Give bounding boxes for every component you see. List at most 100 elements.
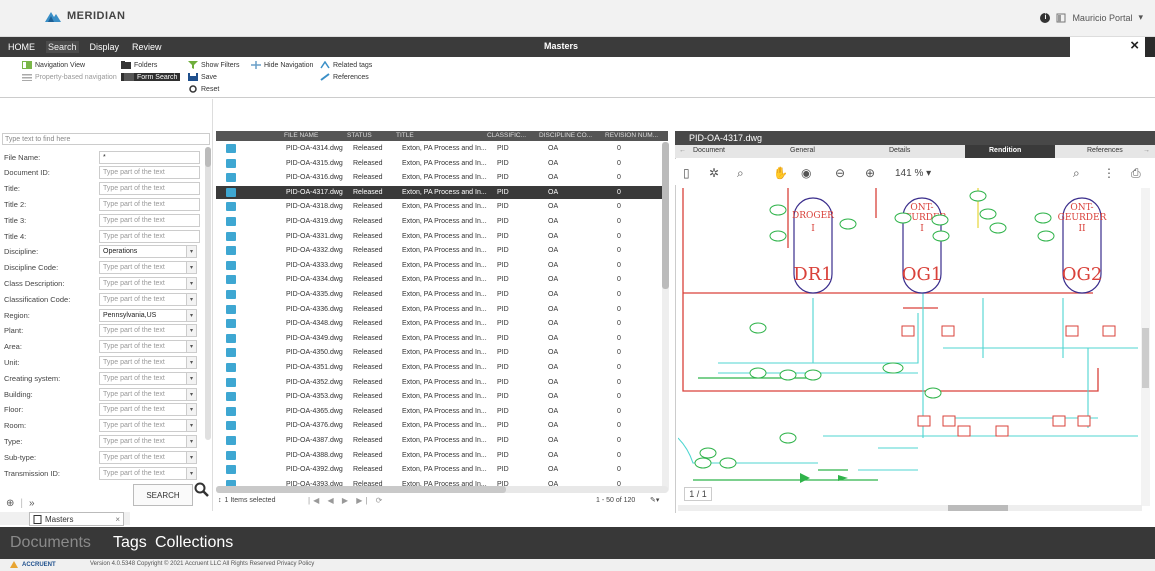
- field-input[interactable]: Type part of the text: [99, 182, 200, 196]
- field-input[interactable]: Type part of the text: [99, 229, 200, 243]
- dropdown-arrow-icon[interactable]: ▾: [186, 355, 197, 369]
- tab-details[interactable]: Details: [889, 147, 910, 154]
- field-select[interactable]: Type part of the text ▾: [99, 292, 197, 306]
- col-discipline-code[interactable]: DISCIPLINE CO...: [539, 132, 592, 139]
- viewer-hscrollbar[interactable]: [678, 505, 1142, 511]
- dropdown-arrow-icon[interactable]: ▾: [186, 292, 197, 306]
- table-row[interactable]: PID-OA-4316.dwg Released Exton, PA Process…: [216, 171, 665, 184]
- zoom-out-icon[interactable]: ⊖: [835, 166, 845, 180]
- field-select[interactable]: Type part of the text ▾: [99, 387, 197, 401]
- info-icon[interactable]: i: [1040, 12, 1051, 23]
- field-select[interactable]: Operations ▾: [99, 245, 197, 259]
- nav-toggle[interactable]: ⊕ | »: [6, 498, 35, 509]
- vscroll-thumb[interactable]: [1142, 328, 1149, 388]
- field-input[interactable]: Type part of the text: [99, 197, 200, 211]
- eye-icon[interactable]: ◉: [801, 166, 811, 180]
- dropdown-arrow-icon[interactable]: ▾: [186, 450, 197, 464]
- field-select[interactable]: Type part of the text ▾: [99, 403, 197, 417]
- tab-close-icon[interactable]: ×: [115, 515, 120, 524]
- search-filter-input[interactable]: Type text to find here: [2, 133, 210, 145]
- search-button[interactable]: SEARCH: [133, 484, 193, 506]
- tab-next-icon[interactable]: →: [1143, 147, 1150, 154]
- table-row[interactable]: PID-OA-4388.dwg Released Exton, PA Process…: [216, 449, 665, 462]
- menu-home[interactable]: HOME: [6, 41, 37, 53]
- menu-display[interactable]: Display: [88, 41, 122, 53]
- table-row[interactable]: PID-OA-4348.dwg Released Exton, PA Process…: [216, 317, 665, 330]
- col-classification[interactable]: CLASSIFIC...: [487, 132, 526, 139]
- dropdown-arrow-icon[interactable]: ▾: [186, 403, 197, 417]
- table-row[interactable]: PID-OA-4365.dwg Released Exton, PA Process…: [216, 405, 665, 418]
- hide-navigation-button[interactable]: Hide Navigation: [251, 61, 313, 69]
- field-select[interactable]: Type part of the text ▾: [99, 324, 197, 338]
- field-select[interactable]: Pennsylvania,US ▾: [99, 308, 197, 322]
- print-icon[interactable]: ⎙: [1131, 166, 1141, 181]
- table-row[interactable]: PID-OA-4332.dwg Released Exton, PA Process…: [216, 244, 665, 257]
- table-row[interactable]: PID-OA-4350.dwg Released Exton, PA Process…: [216, 346, 665, 359]
- property-navigation-button[interactable]: Property-based navigation: [22, 73, 117, 81]
- field-select[interactable]: Type part of the text ▾: [99, 261, 197, 275]
- table-row[interactable]: PID-OA-4318.dwg Released Exton, PA Process…: [216, 200, 665, 213]
- export-icon[interactable]: ✎▾: [650, 496, 659, 504]
- table-row[interactable]: PID-OA-4349.dwg Released Exton, PA Process…: [216, 332, 665, 345]
- field-select[interactable]: Type part of the text ▾: [99, 371, 197, 385]
- field-select[interactable]: Type part of the text ▾: [99, 434, 197, 448]
- dropdown-arrow-icon[interactable]: ▾: [186, 340, 197, 354]
- references-button[interactable]: References: [320, 73, 369, 81]
- field-input[interactable]: Type part of the text: [99, 213, 200, 227]
- table-row[interactable]: PID-OA-4319.dwg Released Exton, PA Process…: [216, 215, 665, 228]
- col-file-name[interactable]: FILE NAME: [284, 132, 318, 139]
- reset-button[interactable]: Reset: [188, 85, 219, 93]
- tab-masters[interactable]: Masters ×: [29, 512, 124, 526]
- dropdown-arrow-icon[interactable]: ▾: [186, 308, 197, 322]
- table-row[interactable]: PID-OA-4314.dwg Released Exton, PA Process…: [216, 142, 665, 155]
- dropdown-arrow-icon[interactable]: ▾: [186, 434, 197, 448]
- menu-review[interactable]: Review: [130, 41, 164, 53]
- navigation-view-button[interactable]: Navigation View: [22, 61, 85, 69]
- dropdown-arrow-icon[interactable]: ▾: [186, 276, 197, 290]
- dropdown-arrow-icon[interactable]: ▾: [186, 371, 197, 385]
- table-row[interactable]: PID-OA-4352.dwg Released Exton, PA Process…: [216, 376, 665, 389]
- search-icon[interactable]: [193, 481, 210, 498]
- table-row[interactable]: PID-OA-4336.dwg Released Exton, PA Process…: [216, 303, 665, 316]
- field-select[interactable]: Type part of the text ▾: [99, 419, 197, 433]
- table-row[interactable]: PID-OA-4351.dwg Released Exton, PA Process…: [216, 361, 665, 374]
- close-button[interactable]: ×: [1070, 37, 1145, 57]
- table-row[interactable]: PID-OA-4331.dwg Released Exton, PA Process…: [216, 230, 665, 243]
- related-tags-button[interactable]: Related tags: [320, 61, 372, 69]
- zoom-level[interactable]: 141 % ▾: [895, 168, 931, 179]
- zoom-area-icon[interactable]: ⌕: [737, 166, 744, 181]
- tab-general[interactable]: General: [790, 147, 815, 154]
- nav-documents[interactable]: Documents: [10, 534, 91, 552]
- table-row[interactable]: PID-OA-4315.dwg Released Exton, PA Process…: [216, 157, 665, 170]
- grid-hscrollbar[interactable]: [216, 486, 668, 493]
- field-select[interactable]: Type part of the text ▾: [99, 355, 197, 369]
- drawing-canvas[interactable]: DROGER I DR1 ONT- GEURDER I OG1 ONT- GEU…: [678, 188, 1141, 485]
- field-select[interactable]: Type part of the text ▾: [99, 340, 197, 354]
- save-button[interactable]: Save: [188, 73, 217, 81]
- viewer-hscroll-thumb[interactable]: [948, 505, 1008, 511]
- field-input[interactable]: Type part of the text: [99, 166, 200, 180]
- col-status[interactable]: STATUS: [347, 132, 372, 139]
- user-box[interactable]: i Mauricio Portal ▾: [1040, 12, 1143, 23]
- hscroll-thumb[interactable]: [216, 486, 506, 493]
- table-row[interactable]: PID-OA-4317.dwg Released Exton, PA Process…: [216, 185, 665, 199]
- pager-nav-icons[interactable]: |◀ ◀ ▶ ▶| ⟳: [308, 496, 385, 505]
- field-select[interactable]: Type part of the text ▾: [99, 276, 197, 290]
- zoom-in-icon[interactable]: ⊕: [865, 166, 875, 180]
- add-circle-icon[interactable]: ⊕: [6, 498, 14, 509]
- gear-icon[interactable]: ✲: [709, 166, 719, 180]
- table-row[interactable]: PID-OA-4333.dwg Released Exton, PA Process…: [216, 259, 665, 272]
- tab-references[interactable]: References: [1087, 147, 1123, 154]
- dropdown-arrow-icon[interactable]: ▾: [186, 387, 197, 401]
- more-icon[interactable]: ⋮: [1103, 166, 1115, 180]
- viewer-vscrollbar[interactable]: [1141, 188, 1150, 506]
- field-select[interactable]: Type part of the text ▾: [99, 466, 197, 480]
- table-row[interactable]: PID-OA-4392.dwg Released Exton, PA Process…: [216, 463, 665, 476]
- tab-prev-icon[interactable]: ←: [679, 147, 686, 154]
- col-title[interactable]: TITLE: [396, 132, 414, 139]
- table-row[interactable]: PID-OA-4387.dwg Released Exton, PA Process…: [216, 434, 665, 447]
- expand-icon[interactable]: »: [29, 498, 35, 509]
- dropdown-arrow-icon[interactable]: ▾: [186, 245, 197, 259]
- table-row[interactable]: PID-OA-4335.dwg Released Exton, PA Process…: [216, 288, 665, 301]
- table-row[interactable]: PID-OA-4376.dwg Released Exton, PA Process…: [216, 419, 665, 432]
